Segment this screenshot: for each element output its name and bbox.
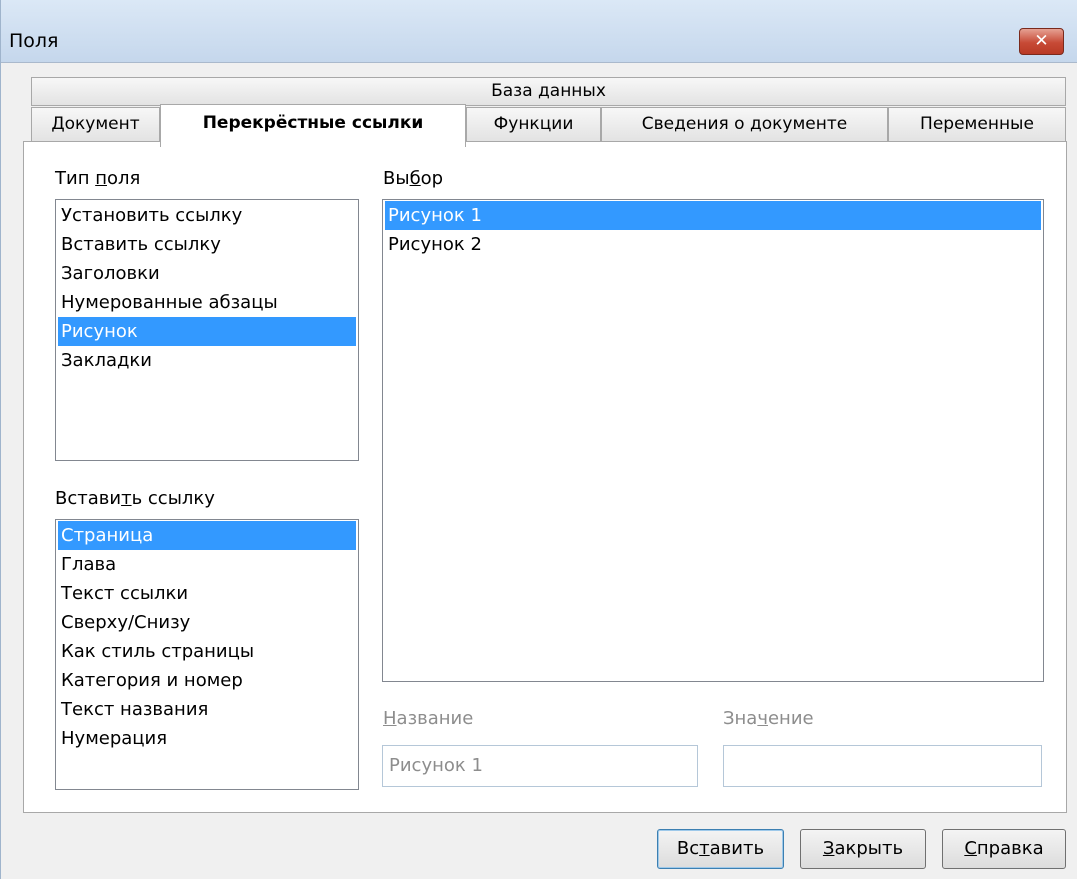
list-item[interactable]: Категория и номер xyxy=(58,666,356,695)
name-field[interactable]: Рисунок 1 xyxy=(382,745,698,787)
list-item[interactable]: Рисунок 2 xyxy=(385,230,1041,259)
help-button[interactable]: Справка xyxy=(942,829,1066,869)
window-title: Поля xyxy=(9,30,59,52)
list-item[interactable]: Сверху/Снизу xyxy=(58,608,356,637)
list-item[interactable]: Заголовки xyxy=(58,259,356,288)
list-item[interactable]: Страница xyxy=(58,521,356,550)
list-item[interactable]: Нумерованные абзацы xyxy=(58,288,356,317)
list-item[interactable]: Закладки xyxy=(58,346,356,375)
list-item[interactable]: Текст ссылки xyxy=(58,579,356,608)
tab-cross-references[interactable]: Перекрёстные ссылки xyxy=(160,104,466,147)
list-item[interactable]: Рисунок 1 xyxy=(385,201,1041,230)
tab-document-info[interactable]: Сведения о документе xyxy=(601,107,888,142)
value-label: Значение xyxy=(723,708,814,729)
tab-functions[interactable]: Функции xyxy=(466,107,601,142)
value-field[interactable] xyxy=(723,745,1042,787)
insert-button[interactable]: Вставить xyxy=(657,829,784,869)
list-item[interactable]: Текст названия xyxy=(58,695,356,724)
list-item[interactable]: Вставить ссылку xyxy=(58,230,356,259)
title-bar: Поля ✕ xyxy=(1,0,1077,63)
tab-document[interactable]: Документ xyxy=(31,107,160,142)
name-label: Название xyxy=(383,708,474,729)
insert-reference-label: Вставить ссылку xyxy=(55,488,215,509)
close-button[interactable]: Закрыть xyxy=(800,829,926,869)
list-item[interactable]: Глава xyxy=(58,550,356,579)
insert-reference-list[interactable]: Страница Глава Текст ссылки Сверху/Снизу Как… xyxy=(55,519,359,790)
field-type-list[interactable]: Установить ссылку Вставить ссылку Заголовк… xyxy=(55,199,359,461)
list-item[interactable]: Как стиль страницы xyxy=(58,637,356,666)
tab-variables[interactable]: Переменные xyxy=(888,107,1066,142)
list-item[interactable]: Установить ссылку xyxy=(58,201,356,230)
field-type-label: Тип поля xyxy=(55,168,141,189)
list-item[interactable]: Рисунок xyxy=(58,317,356,346)
selection-label: Выбор xyxy=(383,168,444,189)
selection-list[interactable]: Рисунок 1 Рисунок 2 xyxy=(382,199,1044,682)
tab-database[interactable]: База данных xyxy=(31,77,1066,106)
list-item[interactable]: Нумерация xyxy=(58,724,356,753)
close-icon: ✕ xyxy=(1034,31,1049,51)
close-window-button[interactable]: ✕ xyxy=(1019,28,1064,55)
fields-dialog: Поля ✕ База данных Документ Перекрёстные… xyxy=(0,0,1077,879)
